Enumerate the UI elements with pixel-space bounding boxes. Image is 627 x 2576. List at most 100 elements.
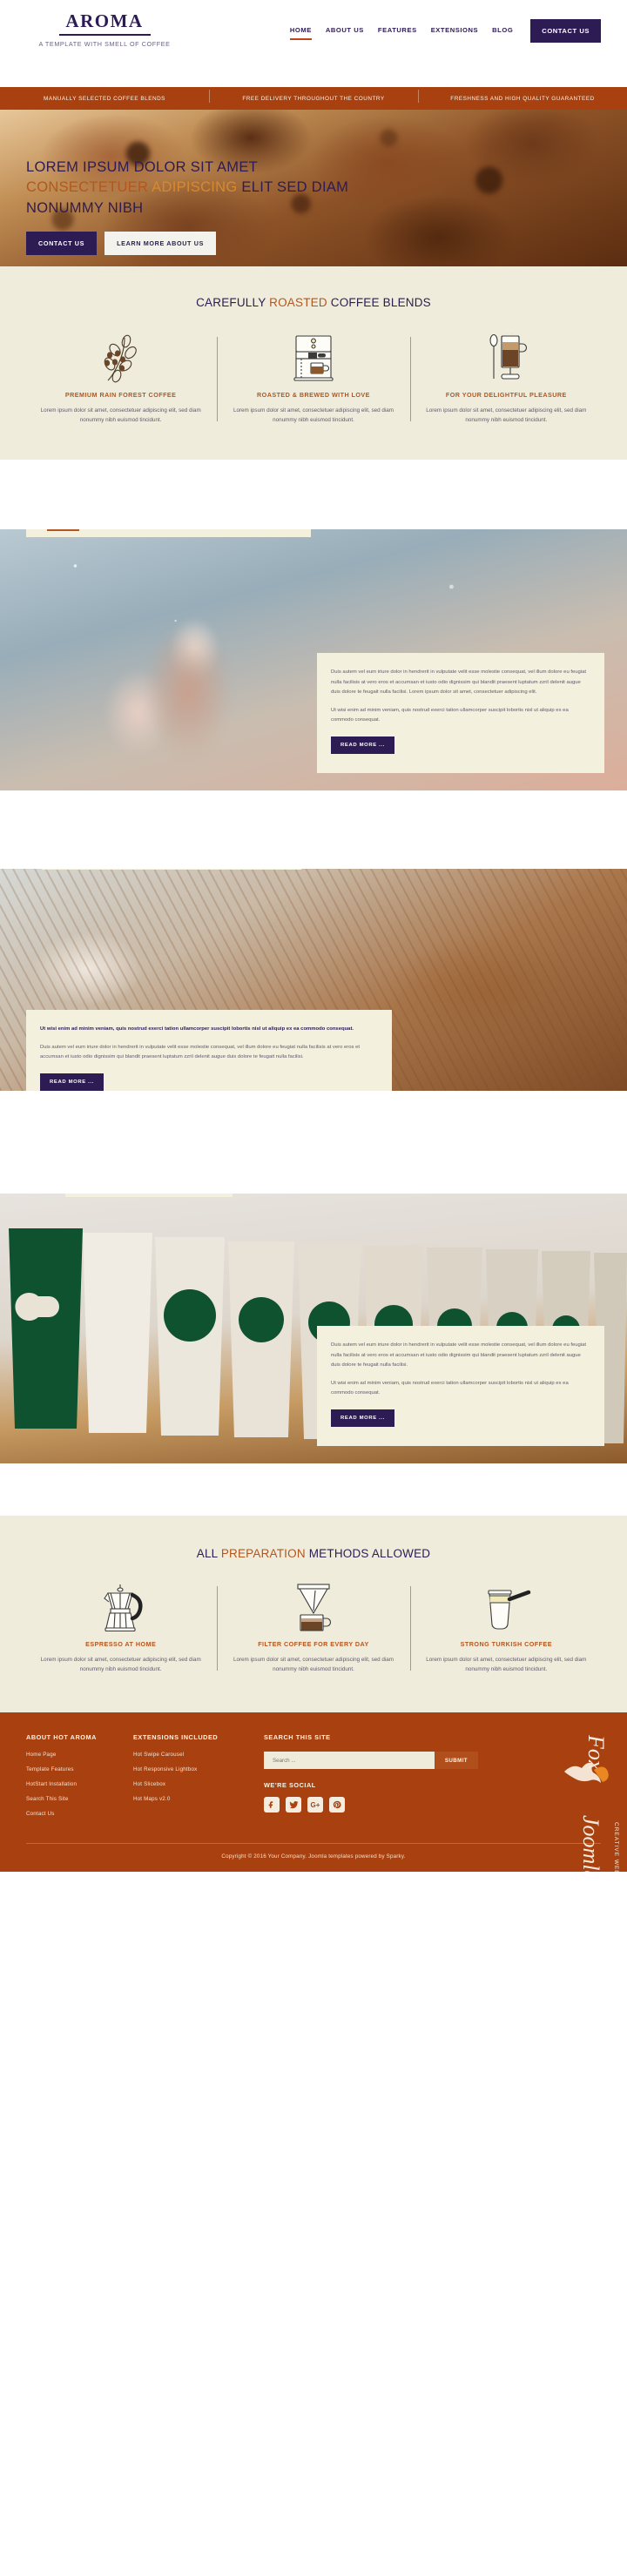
pinterest-icon[interactable] [329, 1797, 345, 1813]
twitter-icon[interactable] [286, 1797, 301, 1813]
main-navigation: HOME ABOUT US FEATURES EXTENSIONS BLOG C… [289, 0, 601, 48]
footer-link-contact-us[interactable]: Contact Us [26, 1811, 118, 1817]
everywhere-section-card: Duis autem vel eum iriure dolor in hendr… [317, 1326, 604, 1446]
footer-link-hotstart-installation[interactable]: HotStart Installation [26, 1781, 118, 1787]
start-section: START YOUR DAY WITH OUR DELICIOUS COFFEE… [0, 529, 627, 791]
svg-text:CREATIVE WEB STUDIO: CREATIVE WEB STUDIO [613, 1822, 619, 1872]
footer-column-search-social: SEARCH THIS SITE SUBMIT WE'RE SOCIAL G+ [231, 1733, 601, 1826]
nav-item-blog[interactable]: BLOG [492, 26, 513, 42]
hero-learn-more-button[interactable]: LEARN MORE ABOUT US [104, 232, 217, 256]
flavours-section-title-box: FLAVOURS AND BLENDS YOU CAN'T RESIST [42, 869, 301, 871]
blend-card-2: ROASTED & BREWED WITH LOVE Lorem ipsum d… [217, 333, 409, 425]
copyright-text: Copyright © 2016 Your Company. Joomla te… [221, 1853, 406, 1860]
nav-item-about-us[interactable]: ABOUT US [326, 26, 364, 42]
moka-pot-icon [37, 1583, 205, 1633]
blends-title-part-1: CAREFULLY [196, 296, 270, 309]
search-submit-button[interactable]: SUBMIT [434, 1752, 478, 1770]
preparation-card-3-text: Lorem ipsum dolor sit amet, consectetuer… [426, 1657, 587, 1673]
promo-strip-item-2: FREE DELIVERY THROUGHOUT THE COUNTRY [209, 89, 418, 103]
nav-item-extensions[interactable]: EXTENSIONS [431, 26, 478, 42]
site-footer: Fox Joomla CREATIVE WEB STUDIO ABOUT HOT… [0, 1712, 627, 1873]
footer-link-home-page[interactable]: Home Page [26, 1752, 118, 1758]
flavours-section-spacer-top [0, 790, 627, 870]
site-header: AROMA A TEMPLATE WITH SMELL OF COFFEE HO… [0, 0, 627, 87]
start-card-paragraph-2: Ut wisi enim ad minim veniam, quis nostr… [331, 707, 569, 723]
start-read-more-button[interactable]: READ MORE ... [331, 736, 394, 754]
preparation-title-part-2: METHODS ALLOWED [305, 1547, 431, 1561]
hero-line-1: LOREM IPSUM DOLOR SIT AMET [26, 159, 259, 175]
blends-feature-row: PREMIUM RAIN FOREST COFFEE Lorem ipsum d… [0, 333, 627, 425]
everywhere-card-paragraph-2: Ut wisi enim ad minim veniam, quis nostr… [331, 1380, 569, 1396]
footer-link-hot-slicebox[interactable]: Hot Slicebox [133, 1781, 231, 1787]
footer-link-hot-swipe-carousel[interactable]: Hot Swipe Carousel [133, 1752, 231, 1758]
flavours-card-paragraph-1: Ut wisi enim ad minim veniam, quis nostr… [40, 1026, 354, 1032]
hero-banner: LOREM IPSUM DOLOR SIT AMET CONSECTETUER … [0, 110, 627, 266]
brand-name: AROMA [65, 10, 144, 31]
preparation-feature-row: ESPRESSO AT HOME Lorem ipsum dolor sit a… [0, 1583, 627, 1674]
start-section-title-box: START YOUR DAY WITH OUR DELICIOUS COFFEE [26, 529, 311, 538]
brand-logo[interactable]: AROMA A TEMPLATE WITH SMELL OF COFFEE [26, 0, 183, 49]
blend-card-2-title: ROASTED & BREWED WITH LOVE [257, 391, 370, 399]
footer-link-search-this-site[interactable]: Search This Site [26, 1796, 118, 1802]
header-contact-us-button[interactable]: CONTACT US [530, 19, 601, 43]
footer-link-template-features[interactable]: Template Features [26, 1766, 118, 1772]
hero-line-3: NONUMMY NIBH [26, 199, 144, 216]
start-card-paragraph-1: Duis autem vel eum iriure dolor in hendr… [331, 669, 587, 696]
footer-extensions-heading: EXTENSIONS INCLUDED [133, 1733, 219, 1742]
footer-column-extensions: EXTENSIONS INCLUDED Hot Swipe Carousel H… [118, 1733, 231, 1826]
preparation-card-2-title: FILTER COFFEE FOR EVERY DAY [258, 1640, 369, 1649]
blend-card-3: FOR YOUR DELIGHTFUL PLEASURE Lorem ipsum… [409, 333, 603, 425]
espresso-machine-icon [229, 333, 397, 384]
facebook-icon[interactable] [264, 1797, 280, 1813]
preparation-card-1-title: ESPRESSO AT HOME [85, 1640, 157, 1649]
hero-button-group: CONTACT US LEARN MORE ABOUT US [26, 232, 601, 256]
flavours-section-card: Ut wisi enim ad minim veniam, quis nostr… [26, 1010, 392, 1092]
preparation-section-title: ALL PREPARATION METHODS ALLOWED [0, 1547, 627, 1560]
footer-columns: ABOUT HOT AROMA Home Page Template Featu… [26, 1733, 601, 1826]
footer-social-heading: WE'RE SOCIAL [264, 1781, 316, 1790]
preparation-section-spacer-top [0, 1463, 627, 1517]
hero-line-2a: CONSECTETUER [26, 179, 152, 196]
flavours-read-more-button[interactable]: READ MORE ... [40, 1073, 104, 1091]
footer-about-heading: ABOUT HOT AROMA [26, 1733, 97, 1742]
preparation-card-2-text: Lorem ipsum dolor sit amet, consectetuer… [233, 1657, 394, 1673]
google-plus-icon[interactable]: G+ [307, 1797, 323, 1813]
hero-heading: LOREM IPSUM DOLOR SIT AMET CONSECTETUER … [26, 158, 601, 219]
flavours-card-paragraph-2: Duis autem vel eum iriure dolor in hendr… [40, 1044, 361, 1060]
start-title-highlight: START [47, 529, 79, 532]
promo-strip: MANUALLY SELECTED COFFEE BLENDS FREE DEL… [0, 87, 627, 110]
nav-item-home[interactable]: HOME [289, 26, 312, 42]
footer-search-form: SUBMIT [264, 1752, 478, 1770]
preparation-section: ALL PREPARATION METHODS ALLOWED ESPRESSO [0, 1516, 627, 1713]
promo-strip-item-1: MANUALLY SELECTED COFFEE BLENDS [44, 95, 165, 102]
footer-column-about: ABOUT HOT AROMA Home Page Template Featu… [26, 1733, 118, 1826]
blends-section: CAREFULLY ROASTED COFFEE BLENDS PREMIUM … [0, 266, 627, 461]
flavours-section: FLAVOURS AND BLENDS YOU CAN'T RESIST Ut … [0, 869, 627, 1092]
cezve-icon [422, 1583, 590, 1633]
preparation-card-3-title: STRONG TURKISH COFFEE [460, 1640, 552, 1649]
blend-card-3-text: Lorem ipsum dolor sit amet, consectetuer… [426, 407, 587, 424]
preparation-card-3: STRONG TURKISH COFFEE Lorem ipsum dolor … [409, 1583, 603, 1674]
everywhere-read-more-button[interactable]: READ MORE ... [331, 1409, 394, 1427]
hero-contact-us-button[interactable]: CONTACT US [26, 232, 98, 256]
preparation-card-1-text: Lorem ipsum dolor sit amet, consectetuer… [40, 1657, 201, 1673]
blends-title-highlight: ROASTED [269, 296, 327, 309]
blends-title-part-2: COFFEE BLENDS [327, 296, 431, 309]
footer-search-heading: SEARCH THIS SITE [264, 1733, 331, 1742]
nav-item-features[interactable]: FEATURES [378, 26, 417, 42]
footer-link-hot-maps[interactable]: Hot Maps v2.0 [133, 1796, 231, 1802]
pour-over-icon [229, 1583, 397, 1633]
search-input[interactable] [264, 1752, 435, 1770]
footer-link-hot-responsive-lightbox[interactable]: Hot Responsive Lightbox [133, 1766, 231, 1772]
promo-strip-item-3: FRESHNESS AND HIGH QUALITY GUARANTEED [418, 89, 627, 103]
blends-section-title: CAREFULLY ROASTED COFFEE BLENDS [0, 296, 627, 309]
coffee-branch-icon [37, 333, 205, 384]
everywhere-section: EVERYWHERE WITH YOU Duis autem vel eum i… [0, 1194, 627, 1464]
blend-card-1-text: Lorem ipsum dolor sit amet, consectetuer… [40, 407, 201, 424]
preparation-title-highlight: PREPARATION [220, 1547, 306, 1561]
blend-card-2-text: Lorem ipsum dolor sit amet, consectetuer… [233, 407, 394, 424]
latte-glass-icon [422, 333, 590, 384]
start-section-spacer-top [0, 460, 627, 530]
hero-line-2c: ELIT SED DIAM [241, 179, 349, 196]
hero-line-2b: ADIPISCING [152, 179, 242, 196]
